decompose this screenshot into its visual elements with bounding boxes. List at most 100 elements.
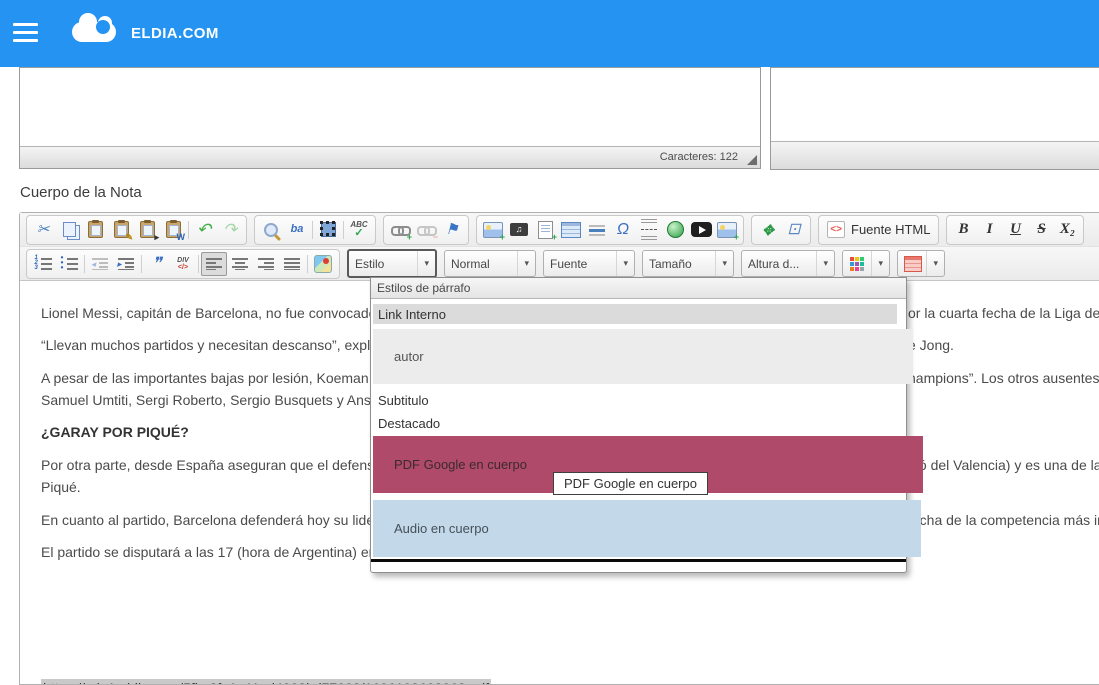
- badge: ▸: [154, 233, 159, 242]
- bullet-list-button[interactable]: [56, 252, 82, 276]
- italic-button[interactable]: I: [976, 218, 1002, 242]
- strike-button[interactable]: S: [1028, 218, 1054, 242]
- blockquote-button[interactable]: ❞: [144, 252, 170, 276]
- copy-button[interactable]: [56, 218, 82, 242]
- title-editor-area[interactable]: Caracteres: 122: [19, 67, 761, 169]
- text-fragment-right: fecha de la competencia más imp: [908, 512, 1099, 528]
- text-color-combo[interactable]: ▾: [842, 250, 890, 277]
- page-break-button[interactable]: [636, 218, 662, 242]
- badge: ✎: [125, 233, 133, 242]
- style-autor[interactable]: autor: [373, 329, 913, 384]
- align-right-button[interactable]: [253, 252, 279, 276]
- style-combo[interactable]: Estilo▾: [347, 249, 437, 278]
- table-grid-icon: [904, 256, 922, 272]
- redo-button[interactable]: ↷: [217, 218, 243, 242]
- chevron-down-icon[interactable]: ▾: [816, 251, 834, 276]
- maximize-button[interactable]: ✥: [755, 218, 781, 242]
- maps-button[interactable]: [310, 252, 336, 276]
- chevron-down-icon[interactable]: ▾: [715, 251, 733, 276]
- toolbar-group: <> Fuente HTML: [818, 215, 939, 245]
- chevron-down-icon[interactable]: ▾: [517, 251, 535, 276]
- numbered-list-icon: [35, 257, 52, 270]
- subscript-button[interactable]: X₂: [1054, 218, 1080, 242]
- chevron-down-icon[interactable]: ▾: [926, 251, 944, 276]
- find-button[interactable]: [258, 218, 284, 242]
- audio-button[interactable]: ♫: [506, 218, 532, 242]
- add-document-icon: [538, 221, 553, 239]
- secondary-editor-area[interactable]: [770, 67, 1099, 170]
- special-char-button[interactable]: Ω: [610, 218, 636, 242]
- style-link-interno[interactable]: Link Interno: [373, 304, 897, 324]
- align-left-button[interactable]: [201, 252, 227, 276]
- outdent-icon: [92, 257, 108, 270]
- style-destacado[interactable]: Destacado: [373, 414, 897, 433]
- text-fragment-left: El partido se disputará a las 17 (hora d…: [41, 544, 388, 560]
- paste-text-button[interactable]: ✎: [108, 218, 134, 242]
- toolbar-group: ✂ ✎ ▸ W ↶↷: [26, 215, 247, 245]
- align-center-button[interactable]: [227, 252, 253, 276]
- horizontal-line-button[interactable]: [584, 218, 610, 242]
- combo-label: Altura d...: [742, 257, 816, 271]
- format-combo[interactable]: Normal▾: [444, 250, 536, 277]
- text-fragment-right: or la cuarta fecha de la Liga de C: [908, 305, 1099, 321]
- height-combo[interactable]: Altura d...▾: [741, 250, 835, 277]
- style-audio[interactable]: Audio en cuerpo: [373, 500, 921, 557]
- div-container-button[interactable]: DIV</>: [170, 252, 196, 276]
- text-fragment-left: Por otra parte, desde España aseguran qu…: [41, 457, 387, 473]
- badge: +: [500, 233, 505, 242]
- add-document-button[interactable]: +: [532, 218, 558, 242]
- badge: W: [177, 233, 186, 242]
- align-justify-button[interactable]: [279, 252, 305, 276]
- source-button-label: Fuente HTML: [851, 222, 930, 237]
- text-fragment-left: A pesar de las importantes bajas por les…: [41, 370, 388, 386]
- show-blocks-button[interactable]: ⊡: [781, 218, 807, 242]
- numbered-list-button[interactable]: [30, 252, 56, 276]
- add-image-button[interactable]: +: [480, 218, 506, 242]
- text-fragment-left: Samuel Umtiti, Sergi Roberto, Sergio Bus…: [41, 392, 391, 408]
- text-fragment-right: e Jong.: [908, 337, 954, 353]
- table-grid-combo[interactable]: ▾: [897, 250, 945, 277]
- indent-button[interactable]: [113, 252, 139, 276]
- select-all-button[interactable]: [315, 218, 341, 242]
- underline-button[interactable]: U: [1002, 218, 1028, 242]
- chevron-down-icon[interactable]: ▾: [616, 251, 634, 276]
- link-button[interactable]: +: [387, 218, 413, 242]
- style-subtitulo[interactable]: Subtitulo: [373, 391, 897, 410]
- paste-word-button[interactable]: W: [160, 218, 186, 242]
- undo-button[interactable]: ↶: [191, 218, 217, 242]
- text-fragment-left: Lionel Messi, capitán de Barcelona, no f…: [41, 305, 388, 321]
- combo-label: Tamaño: [643, 257, 715, 271]
- text-color-icon: [849, 256, 864, 271]
- paste-button[interactable]: [82, 218, 108, 242]
- cut-button[interactable]: ✂: [30, 218, 56, 242]
- font-combo[interactable]: Fuente▾: [543, 250, 635, 277]
- source-icon: <>: [827, 221, 845, 238]
- add-image2-button[interactable]: +: [714, 218, 740, 242]
- spellcheck-button[interactable]: ABC✓: [346, 218, 372, 242]
- align-justify-icon: [284, 257, 300, 270]
- flash-button[interactable]: [662, 218, 688, 242]
- bold-button[interactable]: B: [950, 218, 976, 242]
- youtube-button[interactable]: [688, 218, 714, 242]
- toolbar-group: +−⚑: [383, 215, 469, 245]
- table-button[interactable]: [558, 218, 584, 242]
- replace-button[interactable]: ba: [284, 218, 310, 242]
- chevron-down-icon[interactable]: ▾: [417, 251, 435, 276]
- subscript-icon: X₂: [1060, 222, 1075, 237]
- text-fragment-left: En cuanto al partido, Barcelona defender…: [41, 512, 394, 528]
- secondary-editor-statusbar: [771, 141, 1099, 169]
- chevron-down-icon[interactable]: ▾: [871, 251, 889, 276]
- source-button[interactable]: <> Fuente HTML: [822, 218, 935, 242]
- paste-icon: [88, 221, 103, 238]
- resize-handle-icon[interactable]: [747, 155, 757, 165]
- size-combo[interactable]: Tamaño▾: [642, 250, 734, 277]
- align-left-icon: [206, 257, 222, 270]
- hamburger-menu-icon[interactable]: [13, 23, 38, 42]
- paste-special-button[interactable]: ▸: [134, 218, 160, 242]
- outdent-button[interactable]: [87, 252, 113, 276]
- combo-label: [843, 256, 871, 271]
- toolbar-row-1: ✂✎▸W↶↷baABC✓+−⚑+♫+Ω+✥⊡<>Fuente HTMLBIUSX…: [20, 213, 1099, 247]
- toolbar-group: BIUS X₂: [946, 215, 1084, 245]
- unlink-button[interactable]: −: [413, 218, 439, 242]
- anchor-button[interactable]: ⚑: [439, 218, 465, 242]
